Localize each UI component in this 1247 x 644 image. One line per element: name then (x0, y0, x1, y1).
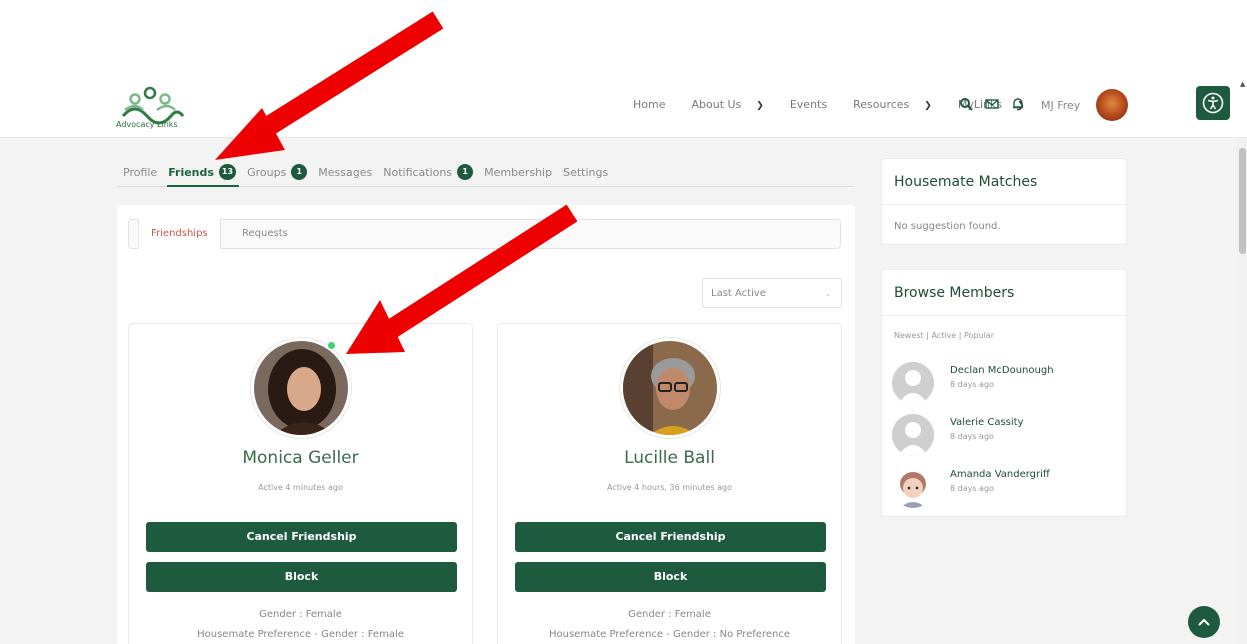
scroll-up-arrow-icon[interactable]: ▲ (1240, 80, 1245, 88)
nav-home[interactable]: Home (633, 98, 678, 111)
member-link[interactable]: Valerie Cassity (950, 417, 1024, 428)
search-icon[interactable] (959, 97, 973, 111)
block-button[interactable]: Block (146, 562, 457, 592)
housemate-matches-widget: Housemate Matches No suggestion found. (881, 158, 1127, 245)
nav-home-label: Home (633, 98, 666, 111)
tab-messages[interactable]: Messages (318, 166, 372, 179)
tab-requests[interactable]: Requests (230, 219, 300, 249)
member-name[interactable]: Monica Geller (129, 448, 472, 468)
chevron-down-icon: ⌄ (824, 289, 831, 298)
accessibility-button[interactable] (1196, 86, 1230, 120)
widget-divider (882, 204, 1126, 205)
tab-notifications-label: Notifications (383, 165, 453, 179)
default-avatar-icon (892, 362, 934, 404)
tab-groups-label: Groups (247, 165, 287, 179)
member-time: 8 days ago (950, 380, 994, 389)
tab-membership-label: Membership (484, 165, 553, 179)
nav-resources-label: Resources (853, 98, 910, 111)
default-avatar-icon (892, 414, 934, 456)
nav-resources[interactable]: Resources ❯ (853, 98, 945, 111)
friends-count-badge: 13 (218, 164, 237, 180)
active-tab-underline (167, 185, 239, 187)
chevron-down-icon: ❯ (924, 101, 932, 111)
cancel-friendship-button[interactable]: Cancel Friendship (146, 522, 457, 552)
tab-membership[interactable]: Membership (484, 166, 552, 179)
tab-groups[interactable]: Groups 1 (247, 164, 308, 180)
tab-messages-label: Messages (318, 165, 373, 179)
cartoon-avatar-icon (892, 466, 934, 508)
member-photo (623, 341, 717, 435)
bell-icon[interactable] (1011, 97, 1025, 111)
logo-text: Advocacy Links (116, 120, 178, 129)
widget-title: Housemate Matches (894, 174, 1038, 190)
cancel-friendship-button[interactable]: Cancel Friendship (515, 522, 826, 552)
browse-members-widget: Browse Members Newest | Active | Popular… (881, 269, 1127, 517)
tab-friends-label: Friends (168, 165, 214, 179)
back-to-top-button[interactable] (1188, 606, 1220, 638)
envelope-icon[interactable] (985, 97, 999, 111)
tab-friends[interactable]: Friends 13 (168, 164, 237, 180)
member-housemate-preference: Housemate Preference - Gender : Female (197, 629, 404, 640)
user-avatar[interactable] (1096, 89, 1128, 121)
nav-events[interactable]: Events (790, 98, 840, 111)
tab-notifications[interactable]: Notifications 1 (383, 164, 474, 180)
member-link[interactable]: Declan McDounough (950, 365, 1054, 376)
notifications-count-badge: 1 (457, 164, 474, 180)
nav-about-label: About Us (691, 98, 742, 111)
user-name[interactable]: MJ Frey (1041, 99, 1080, 112)
member-avatar[interactable] (251, 338, 351, 438)
member-name[interactable]: Lucille Ball (498, 448, 841, 468)
member-time: 8 days ago (950, 484, 994, 493)
accessibility-icon (1202, 92, 1224, 114)
tab-profile[interactable]: Profile (123, 166, 157, 179)
tab-friendships[interactable]: Friendships (138, 219, 221, 249)
member-filter-links[interactable]: Newest | Active | Popular (894, 331, 994, 340)
member-gender: Gender : Female (259, 609, 342, 620)
member-card: Lucille Ball Active 4 hours, 36 minutes … (497, 323, 842, 644)
member-avatar[interactable] (620, 338, 720, 438)
widget-divider (882, 315, 1126, 316)
member-photo (254, 341, 348, 435)
member-housemate-preference: Housemate Preference - Gender : No Prefe… (549, 629, 790, 640)
sort-select-value: Last Active (711, 288, 766, 299)
nav-events-label: Events (789, 98, 828, 111)
nav-about-us[interactable]: About Us ❯ (691, 98, 776, 111)
member-time: 8 days ago (950, 432, 994, 441)
member-card: Monica Geller Active 4 minutes ago Cance… (128, 323, 473, 644)
empty-message: No suggestion found. (894, 221, 1001, 232)
online-status-dot (327, 341, 336, 350)
member-gender: Gender : Female (628, 609, 711, 620)
chevron-up-icon (1198, 618, 1210, 626)
tab-settings[interactable]: Settings (563, 166, 608, 179)
block-button[interactable]: Block (515, 562, 826, 592)
member-last-active: Active 4 minutes ago (258, 483, 343, 492)
sort-select[interactable]: Last Active ⌄ (702, 278, 842, 308)
chevron-down-icon: ❯ (756, 101, 764, 111)
profile-nav: Profile Friends 13 Groups 1 Messages Notif… (123, 164, 619, 180)
tab-settings-label: Settings (563, 165, 609, 179)
scrollbar-thumb[interactable] (1239, 148, 1246, 254)
groups-count-badge: 1 (291, 164, 308, 180)
member-link[interactable]: Amanda Vandergriff (950, 469, 1050, 480)
tab-profile-label: Profile (123, 165, 158, 179)
widget-title: Browse Members (894, 285, 1015, 301)
member-last-active: Active 4 hours, 36 minutes ago (606, 483, 733, 492)
